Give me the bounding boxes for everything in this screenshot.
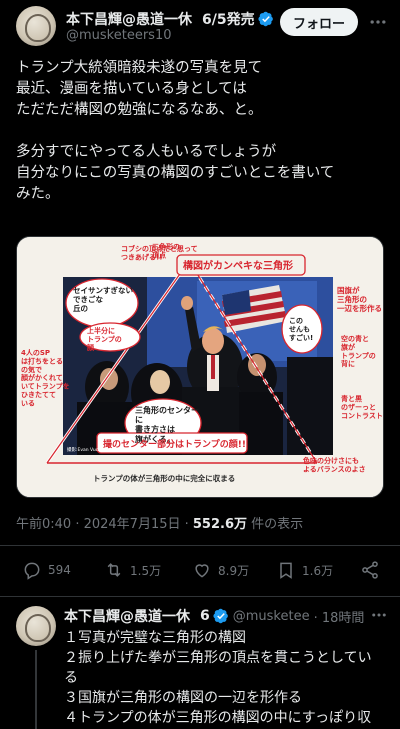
more-options-icon[interactable]: [370, 606, 388, 624]
share-button[interactable]: [360, 560, 386, 580]
author-display-name[interactable]: 本下昌輝@愚道一休: [66, 9, 192, 29]
divider: [0, 545, 400, 546]
bookmark-count: 1.6万: [302, 563, 334, 578]
author-name-suffix: 6/5発売: [202, 12, 255, 28]
reply-header: 本下昌輝@愚道一休 6 @musketee · 18時間: [64, 606, 386, 626]
author-avatar[interactable]: [16, 6, 56, 46]
tweet-timestamp[interactable]: 午前0:40 · 2024年7月15日 ·: [16, 517, 193, 532]
reply-line: １写真が完璧な三角形の構図: [64, 630, 246, 646]
bookmark-button[interactable]: 1.6万: [276, 560, 333, 580]
tweet-header: 本下昌輝@愚道一休 6/5発売 @musketeers10 フォロー: [0, 0, 400, 52]
like-count: 8.9万: [218, 563, 250, 578]
author-handle[interactable]: @musketeers10: [66, 28, 172, 43]
reply-handle[interactable]: @musketee: [233, 609, 310, 624]
share-icon: [362, 561, 378, 579]
view-count-label: 件の表示: [247, 517, 304, 532]
heart-icon: [195, 564, 209, 578]
tweet-media-image[interactable]: コブシの頂点だと思ってつきあげる!! 三角形の頂点 構図がカンペキな三角形 セイ…: [16, 236, 384, 498]
reply-author-avatar[interactable]: [16, 606, 56, 646]
reply-line: ２振り上げた拳が三角形の頂点を貫こうとしてい: [64, 650, 372, 666]
reply-icon: [24, 562, 40, 580]
reply-display-name[interactable]: 本下昌輝@愚道一休: [64, 606, 190, 626]
like-button[interactable]: 8.9万: [192, 560, 249, 580]
reply-line: る: [64, 670, 78, 686]
view-count: 552.6万: [192, 517, 248, 532]
reply-line: ４トランプの体が三角形の構図の中にすっぽり収: [64, 710, 372, 726]
tweet-text: トランプ大統領暗殺未遂の写真を見て 最近、漫画を描いている身としては ただただ構…: [16, 60, 335, 202]
reply-button[interactable]: 594: [22, 560, 71, 580]
thread-line: [35, 650, 37, 729]
annotation-top-right: 構図がカンペキな三角形: [183, 259, 293, 272]
repost-count: 1.5万: [130, 563, 162, 578]
author-name-row[interactable]: 本下昌輝@愚道一休 6/5発売: [66, 9, 276, 29]
tweet-actions: 594 1.5万 8.9万 1.6万: [0, 556, 400, 588]
reply-count: 594: [48, 563, 71, 577]
verified-badge-icon: [258, 11, 273, 27]
tweet-meta: 午前0:40 · 2024年7月15日 · 552.6万 件の表示: [16, 513, 303, 532]
repost-button[interactable]: 1.5万: [104, 560, 161, 580]
reply-tweet[interactable]: 本下昌輝@愚道一休 6 @musketee · 18時間 １写真が完璧な三角形の…: [0, 600, 400, 729]
reply-text: １写真が完璧な三角形の構図 ２振り上げた拳が三角形の頂点を貫こうとしてい る ３…: [64, 628, 388, 728]
annotation-bottom-right: 色味の分けさにもよるバランスのよさ: [303, 456, 366, 473]
bookmark-icon: [280, 562, 292, 579]
follow-button[interactable]: フォロー: [280, 8, 358, 36]
reply-name-suffix: 6: [200, 608, 210, 624]
photo-credit: 撮影:Evan Vucci(ピューリッツァー賞受賞者): [67, 446, 160, 453]
divider: [0, 596, 400, 597]
repost-icon: [107, 563, 121, 577]
more-options-icon[interactable]: [368, 12, 388, 32]
annotation-bottom-line: トランプの体が三角形の中に完全に収まる: [93, 473, 235, 483]
reply-line: ３国旗が三角形の構図の一辺を形作る: [64, 690, 302, 706]
reply-time[interactable]: · 18時間: [314, 607, 365, 626]
verified-badge-icon: [213, 608, 228, 624]
